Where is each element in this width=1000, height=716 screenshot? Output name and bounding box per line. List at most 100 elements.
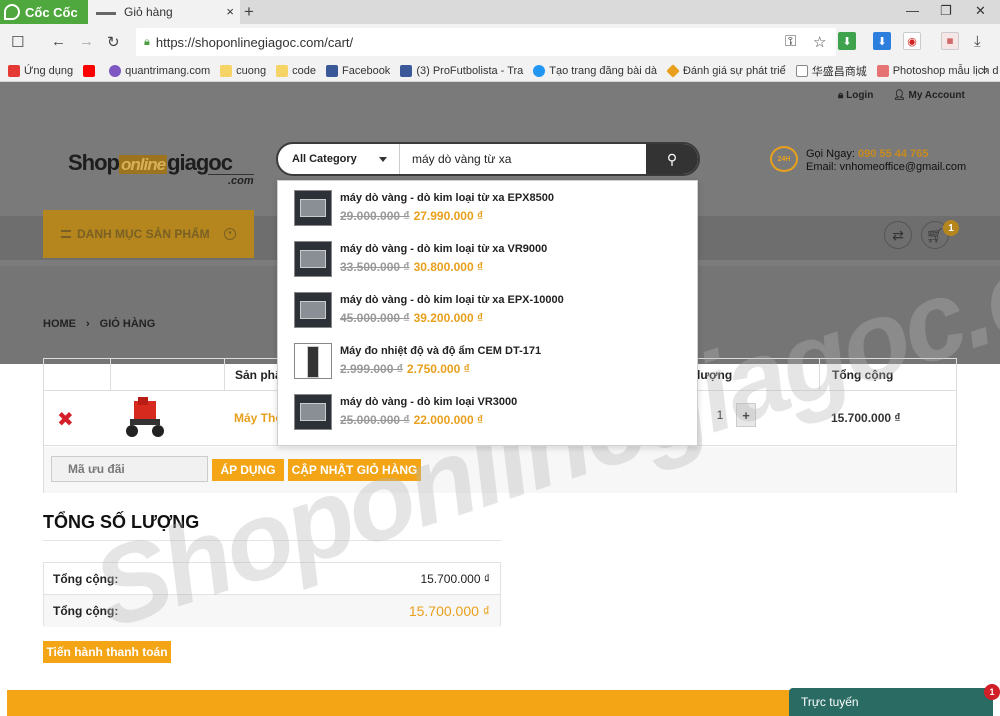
suggestion-thumbnail	[294, 292, 332, 328]
new-tab-button[interactable]: +	[244, 2, 254, 22]
reload-icon[interactable]: ↻	[107, 33, 120, 51]
chevron-down-icon: ▾	[224, 228, 236, 240]
download-ext-icon[interactable]: ⬇	[838, 32, 856, 50]
suggestion-thumbnail	[294, 394, 332, 430]
live-chat-button[interactable]: Trực tuyến	[789, 688, 993, 716]
chat-unread-badge: 1	[984, 684, 1000, 700]
breadcrumb: HOME › GIỎ HÀNG	[43, 318, 155, 330]
coccoc-logo[interactable]: Cốc Cốc	[0, 0, 88, 24]
suggestion-item[interactable]: máy dò vàng - dò kim loại từ xa VR9000 3…	[278, 232, 697, 283]
product-thumbnail[interactable]	[122, 397, 166, 439]
browser-tabbar: Cốc Cốc ▬▬ Giỏ hàng × + — ❐ ✕	[0, 0, 1000, 24]
bookmark-huashengchang[interactable]: 华盛昌商城	[795, 63, 867, 79]
bookmark-tao-trang[interactable]: Tạo trang đăng bài dà	[533, 64, 657, 77]
apps-grid-icon	[8, 64, 20, 77]
coccoc-logo-text: Cốc Cốc	[25, 4, 78, 20]
bookmark-youtube[interactable]	[83, 64, 99, 77]
sidebar-toggle-icon[interactable]: ☐	[11, 33, 24, 51]
save-ext-icon[interactable]: ⬇	[873, 32, 891, 50]
bookmark-danh-gia[interactable]: Đánh giá sự phát triể	[666, 63, 786, 78]
suggestion-name: máy dò vàng - dò kim loại từ xa EPX8500	[340, 192, 554, 204]
download-icon[interactable]: ⤓	[974, 33, 981, 50]
folder-icon	[276, 64, 289, 77]
minimize-icon[interactable]: —	[906, 3, 919, 18]
key-icon[interactable]: ⚿	[785, 33, 796, 50]
checkout-button[interactable]: Tiến hành thanh toán	[43, 641, 171, 663]
totals-divider	[43, 540, 501, 541]
tab-close-icon[interactable]: ×	[226, 4, 234, 19]
maximize-icon[interactable]: ❐	[940, 3, 952, 19]
page-icon	[795, 64, 808, 77]
suggestion-new-price: 30.800.000 ₫	[413, 260, 484, 274]
category-menu-button[interactable]: DANH MỤC SẢN PHẨM ▾	[43, 210, 254, 258]
folder-icon	[220, 64, 233, 77]
bookmark-star-icon[interactable]: ☆	[813, 33, 826, 51]
suggestion-new-price: 27.990.000 ₫	[413, 209, 484, 223]
cart-count-badge: 1	[943, 220, 959, 236]
diamond-icon	[666, 63, 680, 78]
extension-icon[interactable]: ▦	[941, 32, 959, 50]
search-icon: ⚲	[666, 150, 678, 167]
suggestion-old-price: 45.000.000 ₫ 39.200.000 ₫	[340, 311, 484, 325]
quantity-value[interactable]: 1	[704, 408, 736, 422]
bookmark-cuong[interactable]: cuong	[220, 64, 266, 77]
suggestion-old-price: 2.999.000 ₫ 2.750.000 ₫	[340, 362, 470, 376]
tab-favicon-icon: ▬▬	[96, 6, 116, 18]
hotline-24h-icon: 24H	[770, 146, 798, 172]
hotline-phone[interactable]: 090 55 44 765	[858, 148, 928, 160]
quantity-plus-button[interactable]: +	[736, 403, 756, 427]
bookmark-profutbolista[interactable]: (3) ProFutbolista - Tra	[400, 64, 523, 77]
bookmarks-more-icon[interactable]: »	[981, 63, 988, 77]
record-ext-icon[interactable]: ◉	[903, 32, 921, 50]
my-account-link[interactable]: 👤︎ My Account	[893, 90, 965, 101]
subtotal-value: 15.700.000 ₫	[420, 571, 490, 586]
coccoc-leaf-icon	[4, 4, 20, 20]
bookmark-facebook[interactable]: Facebook	[326, 64, 390, 77]
suggestion-item[interactable]: máy dò vàng - dò kim loại VR3000 25.000.…	[278, 385, 697, 436]
apply-coupon-button[interactable]: ÁP DỤNG	[212, 459, 284, 481]
window-close-icon[interactable]: ✕	[975, 3, 986, 19]
facebook-icon	[326, 64, 338, 77]
suggestion-item[interactable]: máy dò vàng - dò kim loại từ xa EPX8500 …	[278, 181, 697, 232]
lock-icon: 🔒︎	[838, 90, 847, 101]
quantity-stepper[interactable]: 1 +	[704, 402, 756, 428]
search-input[interactable]	[412, 144, 648, 174]
compare-button[interactable]: ⇄	[884, 221, 912, 249]
back-icon[interactable]: ←	[51, 33, 66, 50]
chevron-down-icon	[379, 157, 387, 162]
remove-item-icon[interactable]: ✖	[57, 407, 74, 432]
web-page: 🔒︎ Login 👤︎ My Account Shop onlinegiagoc …	[0, 82, 1000, 716]
lock-icon: 🔒︎	[144, 35, 150, 48]
totals-title: TỔNG SỐ LƯỢNG	[43, 512, 200, 532]
search-bar: All Category ⚲	[276, 142, 700, 176]
forward-icon[interactable]: →	[79, 33, 94, 50]
bookmark-code[interactable]: code	[276, 64, 316, 77]
coupon-input[interactable]: Mã ưu đãi	[51, 456, 208, 482]
login-link[interactable]: 🔒︎ Login	[838, 90, 873, 101]
search-button[interactable]: ⚲	[646, 144, 698, 174]
update-cart-button[interactable]: CẬP NHẬT GIỎ HÀNG	[288, 459, 421, 481]
photoshop-icon	[876, 64, 889, 77]
bookmark-apps[interactable]: Ứng dụng	[8, 64, 73, 77]
contact-email[interactable]: vnhomeoffice@gmail.com	[840, 161, 967, 173]
totals-table: Tổng cộng: 15.700.000 ₫ Tổng cộng: 15.70…	[43, 562, 501, 627]
suggestion-old-price: 29.000.000 ₫ 27.990.000 ₫	[340, 209, 484, 223]
compare-icon: ⇄	[892, 226, 904, 243]
suggestion-item[interactable]: máy dò vàng - dò kim loại từ xa EPX-1000…	[278, 283, 697, 334]
subtotal-row: Tổng cộng: 15.700.000 ₫	[44, 563, 500, 595]
address-bar[interactable]: 🔒︎ https://shoponlinegiagoc.com/cart/	[136, 28, 836, 56]
coupon-row: Mã ưu đãi ÁP DỤNG CẬP NHẬT GIỎ HÀNG	[44, 447, 956, 493]
breadcrumb-home[interactable]: HOME	[43, 318, 76, 330]
bookmark-photoshop[interactable]: Photoshop mẫu lịch d	[876, 64, 999, 77]
quantrimang-icon	[109, 64, 122, 77]
suggestion-old-price: 33.500.000 ₫ 30.800.000 ₫	[340, 260, 484, 274]
url-text: https://shoponlinegiagoc.com/cart/	[155, 34, 354, 50]
browser-tab[interactable]: ▬▬ Giỏ hàng ×	[88, 0, 240, 24]
site-logo[interactable]: Shop onlinegiagoc .com	[68, 150, 254, 187]
cart-item-name[interactable]: Máy Thô	[234, 411, 283, 425]
suggestion-old-price: 25.000.000 ₫ 22.000.000 ₫	[340, 413, 484, 427]
user-icon: 👤︎	[893, 90, 909, 101]
suggestion-item[interactable]: Máy đo nhiệt độ và độ ẩm CEM DT-171 2.99…	[278, 334, 697, 385]
category-select[interactable]: All Category	[292, 144, 400, 174]
bookmark-quantrimang[interactable]: quantrimang.com	[109, 64, 210, 77]
